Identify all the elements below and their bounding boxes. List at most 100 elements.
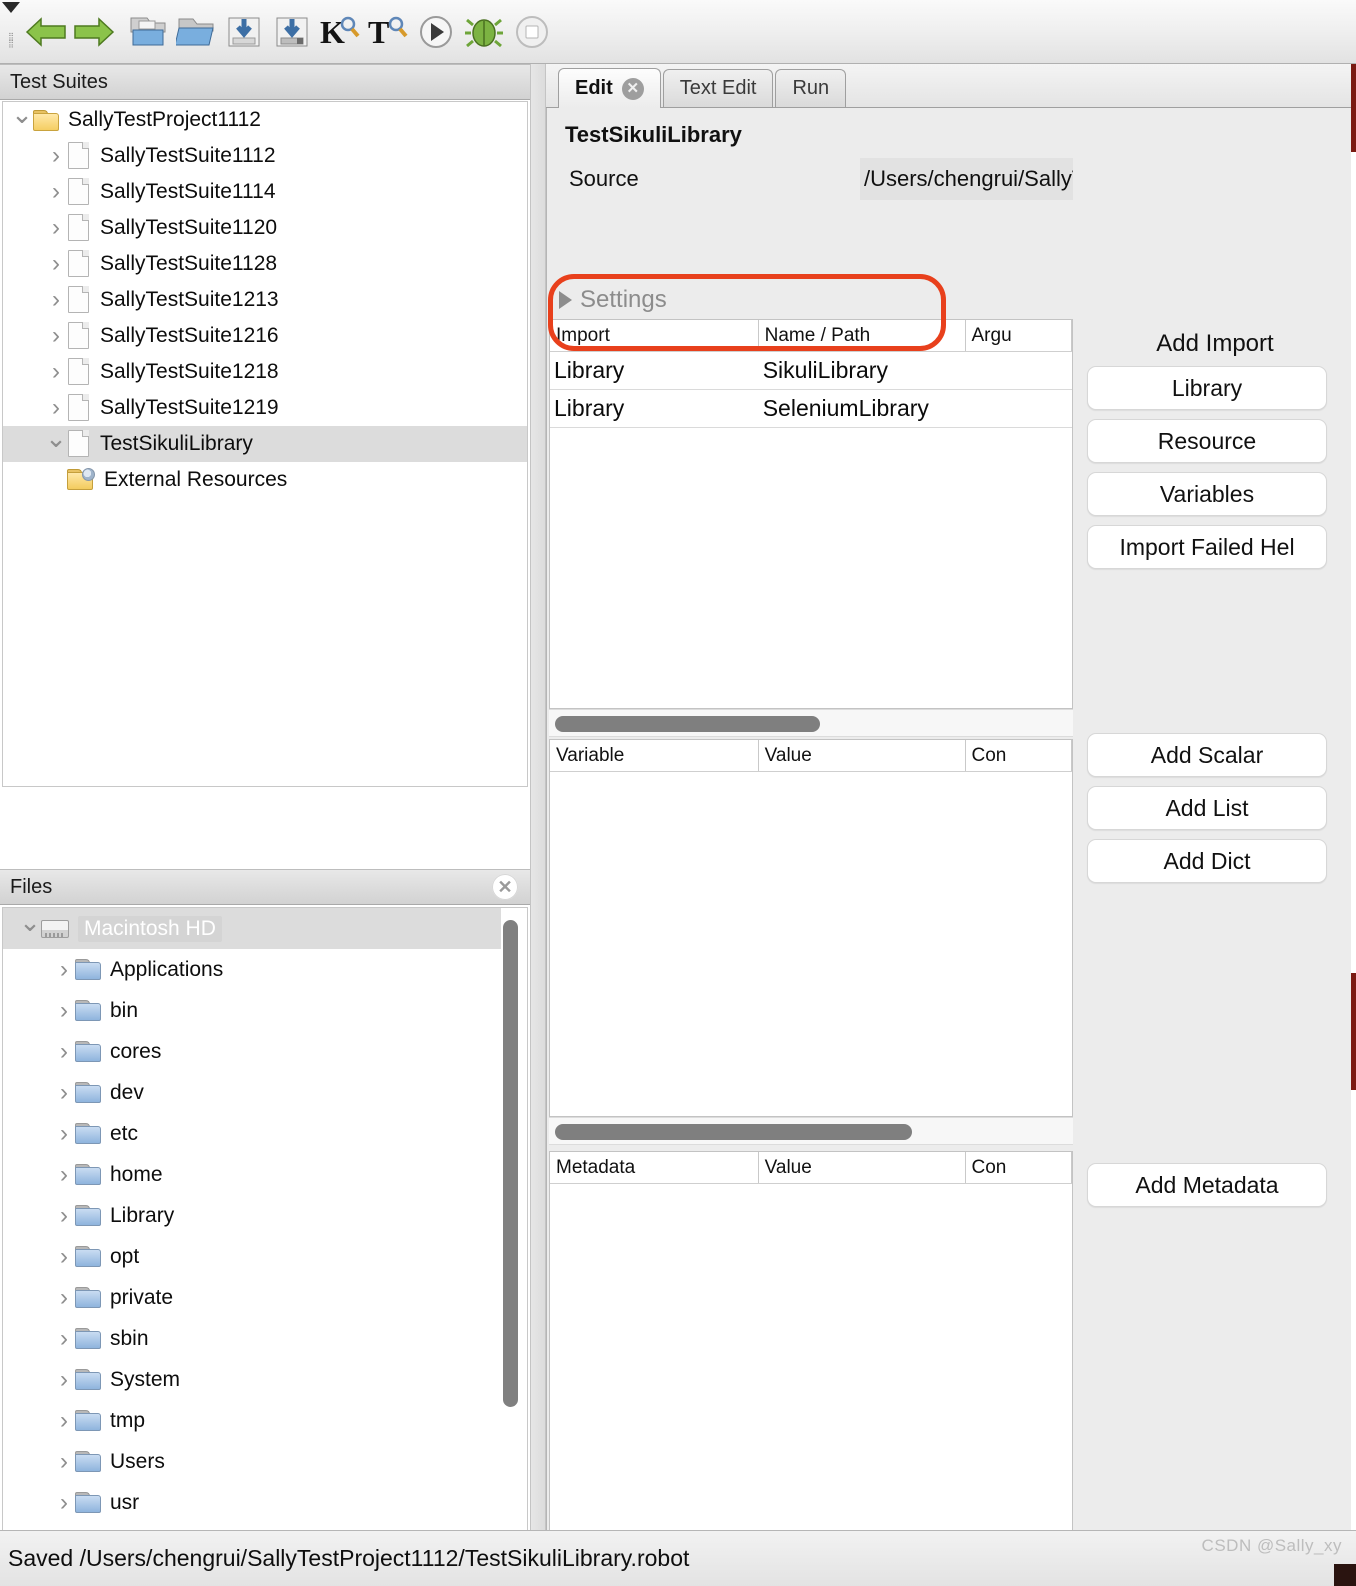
search-test-icon[interactable]: T: [364, 4, 412, 60]
table-cell[interactable]: [966, 352, 1072, 389]
chevron-right-icon[interactable]: [45, 286, 67, 314]
column-header[interactable]: Argu: [966, 320, 1072, 351]
tree-item[interactable]: SallyTestSuite1112: [3, 138, 527, 174]
add-add-metadata-button[interactable]: Add Metadata: [1087, 1163, 1327, 1207]
table-empty-area[interactable]: [550, 428, 1072, 708]
add-import-resource-button[interactable]: Resource: [1087, 419, 1327, 463]
chevron-right-icon[interactable]: [53, 1202, 75, 1230]
chevron-right-icon[interactable]: [45, 142, 67, 170]
tree-item[interactable]: SallyTestSuite1120: [3, 210, 527, 246]
chevron-right-icon[interactable]: [53, 1161, 75, 1189]
tree-item[interactable]: tmp: [3, 1400, 501, 1441]
tree-item[interactable]: SallyTestSuite1128: [3, 246, 527, 282]
chevron-right-icon[interactable]: [53, 997, 75, 1025]
chevron-right-icon[interactable]: [53, 1284, 75, 1312]
add-import-variables-button[interactable]: Variables: [1087, 472, 1327, 516]
column-header[interactable]: Variable: [550, 740, 759, 771]
new-file-icon[interactable]: [124, 4, 172, 60]
table-cell[interactable]: SikuliLibrary: [759, 352, 966, 389]
chevron-right-icon[interactable]: [53, 1243, 75, 1271]
close-icon[interactable]: ✕: [492, 874, 518, 900]
chevron-right-icon[interactable]: [53, 1489, 75, 1517]
tab-close-icon[interactable]: ✕: [621, 77, 644, 100]
chevron-right-icon[interactable]: [45, 214, 67, 242]
table-cell[interactable]: Library: [550, 390, 759, 427]
tree-item[interactable]: Library: [3, 1195, 501, 1236]
table-row[interactable]: Library SeleniumLibrary: [550, 390, 1072, 428]
debug-icon[interactable]: [460, 4, 508, 60]
column-header[interactable]: Value: [759, 740, 966, 771]
metadata-table[interactable]: Metadata Value Con: [549, 1151, 1073, 1554]
chevron-right-icon[interactable]: [53, 1366, 75, 1394]
chevron-right-icon[interactable]: [53, 1120, 75, 1148]
add-import-library-button[interactable]: Library: [1087, 366, 1327, 410]
chevron-right-icon[interactable]: [53, 1079, 75, 1107]
tree-item[interactable]: SallyTestSuite1216: [3, 318, 527, 354]
tree-item[interactable]: System: [3, 1359, 501, 1400]
tree-item[interactable]: SallyTestSuite1219: [3, 390, 527, 426]
imports-table[interactable]: Import Name / Path Argu Library SikuliLibrar…: [549, 319, 1073, 709]
chevron-down-icon[interactable]: [45, 429, 67, 460]
chevron-right-icon[interactable]: [45, 178, 67, 206]
add-add-list-button[interactable]: Add List: [1087, 786, 1327, 830]
chevron-right-icon[interactable]: [53, 1407, 75, 1435]
tree-item[interactable]: usr: [3, 1482, 501, 1523]
table-empty-area[interactable]: [550, 772, 1072, 1112]
settings-disclosure[interactable]: Settings: [559, 286, 667, 314]
chevron-right-icon[interactable]: [53, 956, 75, 984]
save-icon[interactable]: [220, 4, 268, 60]
tree-item[interactable]: cores: [3, 1031, 501, 1072]
add-import-import-failed-hel-button[interactable]: Import Failed Hel: [1087, 525, 1327, 569]
variables-hscrollbar-thumb[interactable]: [555, 1124, 912, 1140]
chevron-down-icon[interactable]: [19, 913, 41, 944]
tree-item[interactable]: SallyTestSuite1218: [3, 354, 527, 390]
tree-item[interactable]: Macintosh HD: [3, 908, 501, 949]
tree-item[interactable]: SallyTestProject1112: [3, 102, 527, 138]
column-header[interactable]: Metadata: [550, 1152, 759, 1183]
tree-item[interactable]: TestSikuliLibrary: [3, 426, 527, 462]
tree-item[interactable]: home: [3, 1154, 501, 1195]
tree-item[interactable]: Applications: [3, 949, 501, 990]
variables-hscrollbar[interactable]: [549, 1117, 1073, 1145]
forward-arrow-icon[interactable]: [70, 4, 118, 60]
back-arrow-icon[interactable]: [22, 4, 70, 60]
table-empty-area[interactable]: [550, 1184, 1072, 1544]
editor-tabstrip[interactable]: Edit ✕ Text Edit Run: [546, 64, 1356, 108]
column-header[interactable]: Name / Path: [759, 320, 966, 351]
tree-item[interactable]: SallyTestSuite1114: [3, 174, 527, 210]
chevron-right-icon[interactable]: [53, 1448, 75, 1476]
stop-icon[interactable]: [508, 4, 556, 60]
column-header[interactable]: Con: [966, 1152, 1072, 1183]
tree-item[interactable]: sbin: [3, 1318, 501, 1359]
vertical-splitter[interactable]: [530, 64, 546, 1530]
toolbar-collapse-caret-icon[interactable]: [2, 1, 20, 13]
add-add-scalar-button[interactable]: Add Scalar: [1087, 733, 1327, 777]
files-tree[interactable]: Macintosh HD Applications bin cores dev etc ho…: [3, 908, 501, 1586]
chevron-right-icon[interactable]: [53, 1038, 75, 1066]
tree-item[interactable]: private: [3, 1277, 501, 1318]
tab-edit[interactable]: Edit ✕: [558, 68, 661, 108]
test-suites-tree[interactable]: SallyTestProject1112 SallyTestSuite1112 Sa…: [2, 101, 528, 787]
search-keyword-icon[interactable]: K: [316, 4, 364, 60]
toolbar-drag-handle[interactable]: ⣿ ⣿: [0, 0, 22, 64]
tree-item[interactable]: dev: [3, 1072, 501, 1113]
tree-item[interactable]: SallyTestSuite1213: [3, 282, 527, 318]
chevron-right-icon[interactable]: [45, 250, 67, 278]
imports-hscrollbar-thumb[interactable]: [555, 716, 820, 732]
chevron-right-icon[interactable]: [45, 358, 67, 386]
chevron-right-icon[interactable]: [559, 291, 572, 309]
files-scrollbar-thumb[interactable]: [503, 920, 518, 1407]
tab-run[interactable]: Run: [775, 69, 847, 107]
table-row[interactable]: Library SikuliLibrary: [550, 352, 1072, 390]
tree-item[interactable]: Users: [3, 1441, 501, 1482]
chevron-right-icon[interactable]: [53, 1325, 75, 1353]
variables-table[interactable]: Variable Value Con: [549, 739, 1073, 1117]
tab-text-edit[interactable]: Text Edit: [662, 69, 774, 107]
files-scrollbar-track[interactable]: [502, 912, 524, 1586]
table-cell[interactable]: SeleniumLibrary: [759, 390, 966, 427]
add-add-dict-button[interactable]: Add Dict: [1087, 839, 1327, 883]
column-header[interactable]: Con: [966, 740, 1072, 771]
tree-item[interactable]: External Resources: [3, 462, 527, 498]
open-folder-icon[interactable]: [172, 4, 220, 60]
imports-hscrollbar[interactable]: [549, 709, 1073, 737]
